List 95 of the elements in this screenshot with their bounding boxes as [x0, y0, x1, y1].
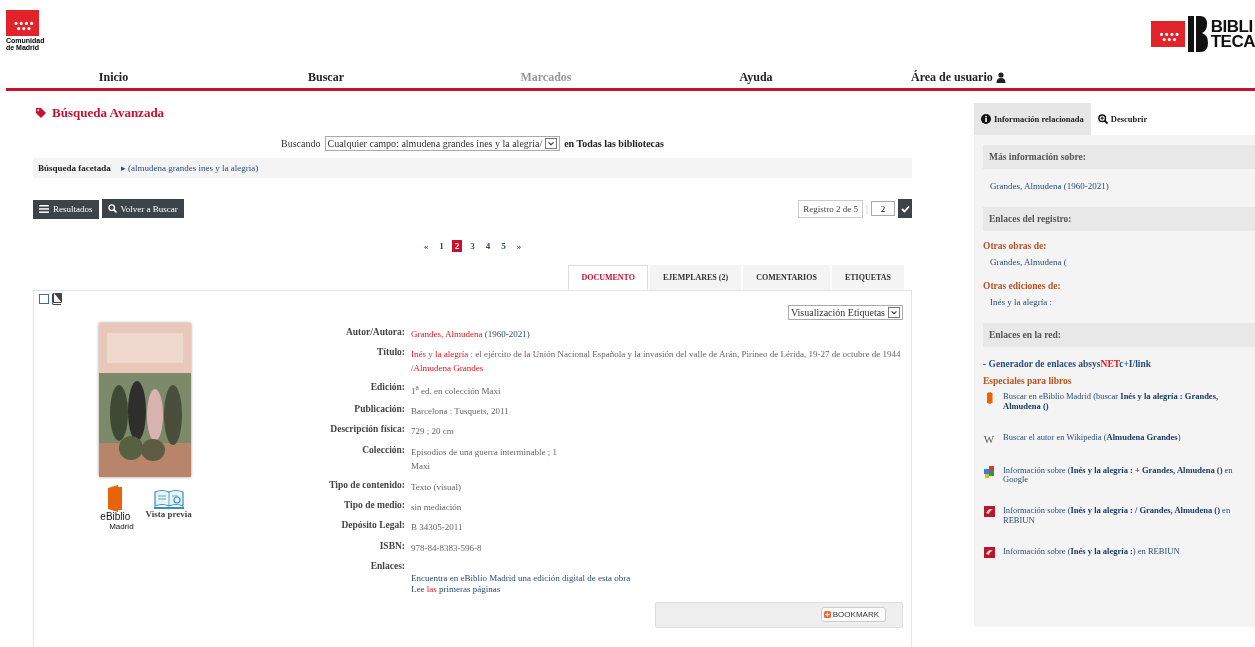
field-value: Encuentra en eBiblio Madrid una edición digital de esta obra	[411, 573, 632, 584]
zoom-in-icon	[1097, 114, 1108, 124]
caret-icon	[888, 306, 900, 318]
section-heading: Enlaces del registro:	[983, 207, 1255, 231]
b-logo-icon	[1187, 16, 1208, 52]
field-label: Depósito Legal:	[340, 520, 405, 533]
record-tab[interactable]: ETIQUETAS	[831, 264, 904, 290]
section-heading: Más información sobre:	[983, 145, 1255, 169]
record-number-field[interactable]: 2	[871, 201, 895, 217]
page-link[interactable]: 5	[498, 239, 509, 252]
field-value: 978-84-8383-596-8	[411, 541, 483, 555]
record-tab[interactable]: EJEMPLARES (2)	[650, 264, 742, 290]
field-value: Inés y la alegría : el ejército de la Unión Nacional Española y la invasión del valle de Arán, Pirineo de Lérida, 19-27 de octubre de 1944 /Almudena Grandes	[411, 347, 902, 376]
field-label: Autor/Autora:	[344, 326, 405, 339]
open-book-icon	[153, 488, 184, 509]
ebiblio-caption: Madrid	[109, 521, 134, 531]
related-link[interactable]: Grandes, Almudena (1960-2021)	[990, 181, 1109, 191]
check-icon	[900, 204, 910, 213]
facet-label: Búsqueda facetada	[38, 163, 111, 173]
field-label: Edición:	[369, 381, 405, 394]
search-label: Buscando	[281, 138, 321, 149]
external-link[interactable]: Información sobre (Inés y la alegría : + Grandes, Almudena () en Google	[1003, 465, 1233, 486]
field-label: ISBN:	[378, 540, 405, 553]
toolbar-button[interactable]: Volver a Buscar	[101, 199, 184, 218]
separator: |	[866, 203, 868, 215]
section-subheading: Otras ediciones de:	[983, 281, 1061, 291]
field-value: B 34305-2011	[411, 521, 464, 535]
search-query-select[interactable]: Cualquier campo: almudena grandes ines y la alegria/	[324, 136, 561, 151]
search-scope: en Todas las bibliotecas	[564, 138, 664, 149]
section-subheading: Especiales para libros	[983, 376, 1072, 386]
list-icon	[39, 205, 49, 213]
field-value: Texto (visual)	[411, 480, 463, 494]
external-link[interactable]: Buscar en eBiblio Madrid (buscar Inés y la alegría : Grandes, Almudena ()	[1003, 392, 1233, 412]
tags-icon	[36, 108, 47, 118]
field-label: Descripción física:	[329, 424, 405, 437]
field-label: Tipo de medio:	[342, 500, 405, 512]
rebiun-icon	[983, 546, 995, 558]
select-checkbox[interactable]	[39, 293, 49, 304]
external-link[interactable]: Información sobre (Inés y la alegría : / Grandes, Almudena () en REBIUN	[1003, 506, 1233, 526]
field-value: 1$^{a}$ ed. en colección Maxi	[411, 381, 502, 398]
page-title: Búsqueda Avanzada	[52, 105, 165, 121]
rebiun-icon	[983, 506, 995, 518]
record-tab[interactable]: COMENTARIOS	[743, 264, 830, 290]
wikipedia-icon: W	[983, 432, 995, 445]
search-icon	[107, 204, 117, 213]
caret-icon	[545, 138, 558, 149]
nav-link[interactable]: Buscar	[308, 69, 344, 85]
related-link[interactable]: Grandes, Almudena (	[990, 257, 1067, 267]
door-icon	[107, 484, 124, 512]
field-value: Lee las primeras páginas	[411, 584, 502, 595]
section-heading: Enlaces en la red:	[983, 323, 1255, 347]
related-link[interactable]: Inés y la alegría :	[990, 297, 1052, 307]
nav-link[interactable]: Ayuda	[739, 69, 773, 85]
field-value: Maxi	[411, 460, 431, 474]
plus-icon	[823, 611, 831, 618]
page-link[interactable]: 2	[451, 239, 463, 252]
page-link[interactable]: 4	[482, 239, 494, 252]
facet-link[interactable]: ▸ (almudena grandes ines y la alegria)	[120, 163, 259, 173]
go-button[interactable]	[898, 199, 912, 219]
info-icon	[981, 114, 991, 124]
flag-logo	[6, 10, 39, 36]
preview-link[interactable]: Vista previa	[145, 508, 192, 519]
record-tab[interactable]: DOCUMENTO	[568, 264, 649, 290]
field-label: Título:	[376, 346, 405, 359]
link-generator-link[interactable]: - Generador de enlaces absysNETc+I/link	[983, 359, 1151, 369]
field-label: Enlaces:	[369, 561, 405, 572]
google-icon	[983, 465, 995, 478]
external-link[interactable]: Buscar el autor en Wikipedia (Almudena Grandes)	[1003, 432, 1233, 443]
bookmark-button[interactable]: BOOKMARK	[820, 607, 886, 622]
page-link[interactable]: »	[513, 239, 525, 252]
field-value: Episodios de una guerra interminable ; 1	[411, 445, 558, 459]
view-select[interactable]: Visualización Etiquetas	[787, 304, 903, 320]
logo-text: BIBLI TECA	[1210, 18, 1255, 50]
page-link[interactable]: 1	[436, 239, 447, 252]
field-label: Tipo de contenido:	[328, 479, 405, 492]
field-label: Publicación:	[353, 404, 405, 417]
external-link[interactable]: Información sobre (Inés y la alegría :) en REBIUN	[1003, 546, 1233, 557]
section-subheading: Otras obras de:	[983, 241, 1047, 251]
field-value: Grandes, Almudena (1960-2021)	[411, 327, 531, 341]
field-value: sin mediación	[411, 501, 463, 514]
page-link[interactable]: 3	[467, 239, 478, 252]
nav-link[interactable]: Área de usuario	[911, 69, 1006, 85]
nav-link[interactable]: Inicio	[98, 69, 129, 85]
door-icon	[985, 392, 993, 404]
page-link[interactable]: «	[420, 239, 432, 252]
flag-logo	[1150, 21, 1185, 47]
user-icon	[995, 71, 1006, 83]
sidebar-tab[interactable]: Información relacionada	[974, 103, 1091, 135]
book-icon	[51, 292, 62, 305]
field-value: 729 ; 20 cm	[411, 425, 455, 439]
ebiblio-link[interactable]: eBiblio	[100, 511, 131, 522]
toolbar-button[interactable]: Resultados	[33, 199, 99, 219]
record-counter: Registro 2 de 5	[798, 199, 863, 218]
field-value: Barcelona : Tusquets, 2011	[411, 405, 510, 419]
field-label: Colección:	[361, 444, 405, 457]
